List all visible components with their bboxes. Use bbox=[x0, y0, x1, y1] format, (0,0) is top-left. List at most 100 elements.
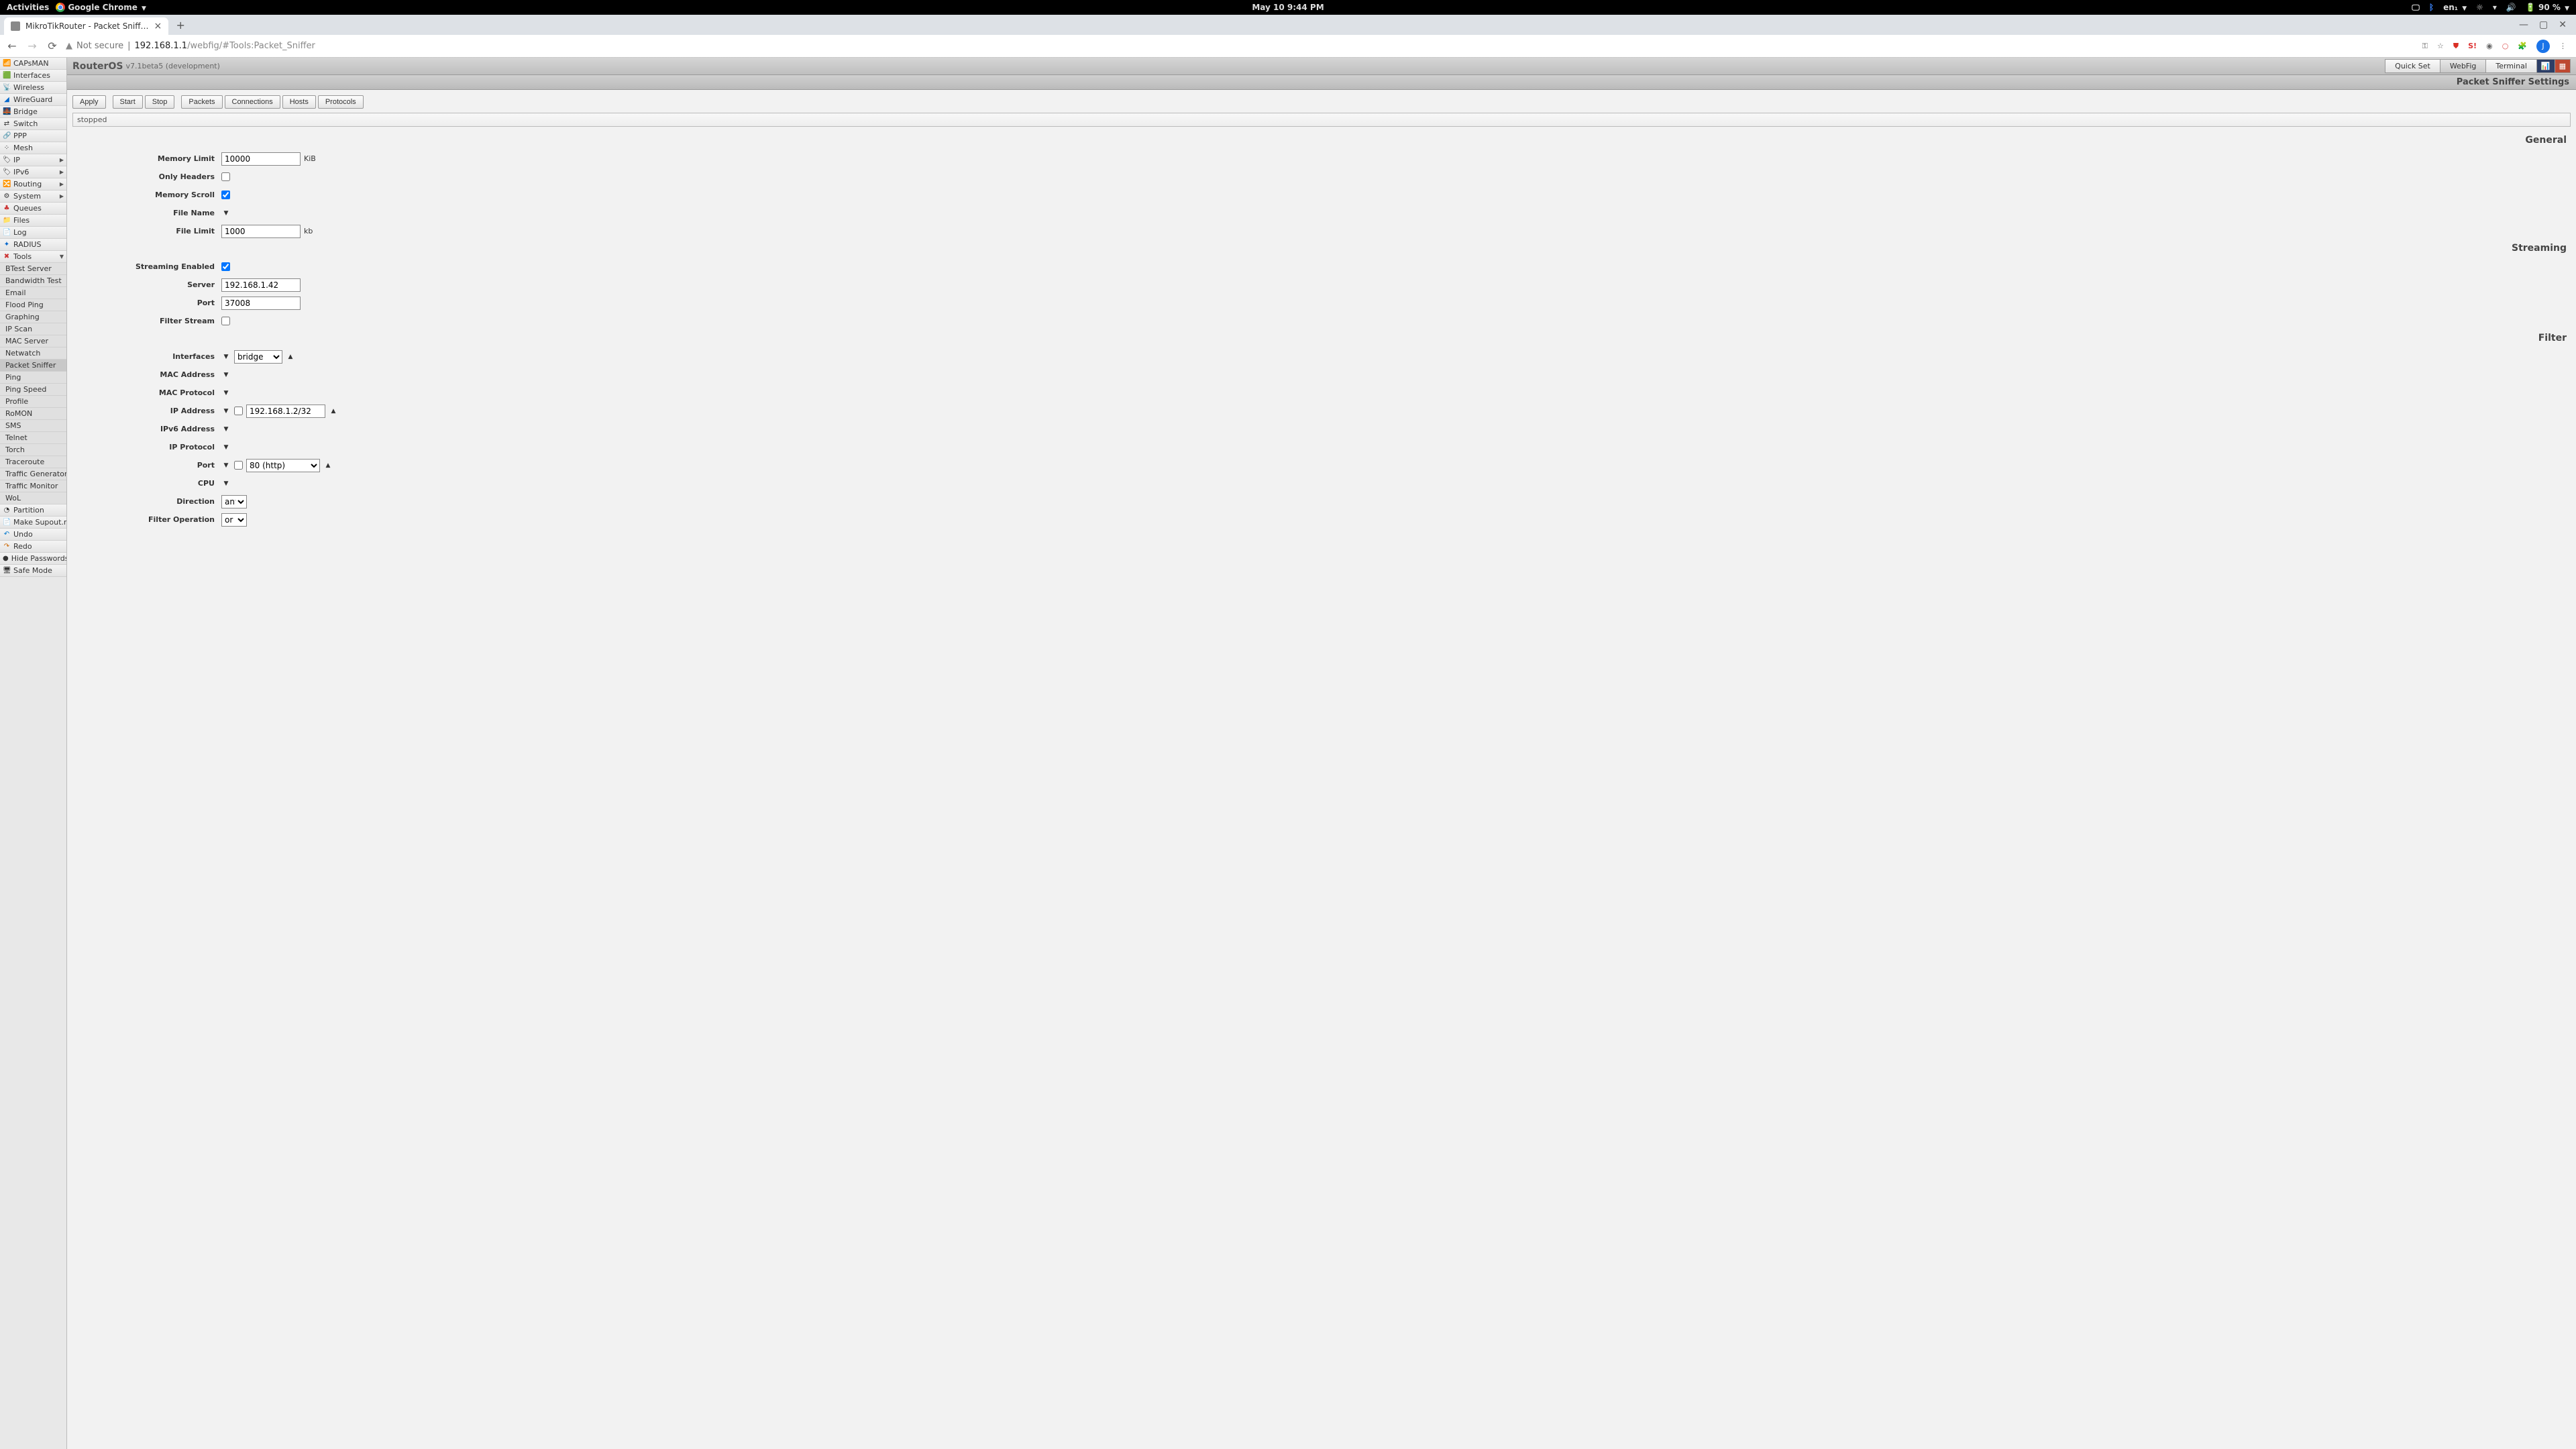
sidebar-item-system[interactable]: ⚙System▶ bbox=[0, 191, 66, 203]
tab-webfig[interactable]: WebFig bbox=[2440, 59, 2487, 73]
volume-icon[interactable]: 🔊 bbox=[2506, 3, 2516, 12]
app-menu[interactable]: Google Chrome ▼ bbox=[56, 3, 146, 13]
browser-tab[interactable]: MikroTikRouter - Packet Sniff… × bbox=[4, 17, 168, 35]
sidebar-item-routing[interactable]: 🔀Routing▶ bbox=[0, 178, 66, 191]
sidebar-item-ping[interactable]: Ping bbox=[0, 372, 66, 384]
sidebar-item-graphing[interactable]: Graphing bbox=[0, 311, 66, 323]
only-headers-checkbox[interactable] bbox=[221, 172, 230, 181]
apply-button[interactable]: Apply bbox=[72, 95, 106, 109]
sidebar-item-traceroute[interactable]: Traceroute bbox=[0, 456, 66, 468]
new-tab-button[interactable]: + bbox=[172, 17, 189, 33]
sidebar-item-mac-server[interactable]: MAC Server bbox=[0, 335, 66, 347]
wifi-icon[interactable]: ▾ bbox=[2493, 3, 2497, 12]
filter-port-select[interactable]: 80 (http) bbox=[246, 459, 320, 472]
connections-button[interactable]: Connections bbox=[225, 95, 280, 109]
sidebar-item-wireless[interactable]: 📡Wireless bbox=[0, 82, 66, 94]
battery-indicator[interactable]: 🔋 90 % ▼ bbox=[2526, 3, 2569, 12]
sidebar-item-ipv6[interactable]: 🏷IPv6▶ bbox=[0, 166, 66, 178]
tab-close-icon[interactable]: × bbox=[154, 21, 162, 32]
activities-button[interactable]: Activities bbox=[7, 3, 49, 12]
start-button[interactable]: Start bbox=[113, 95, 143, 109]
sidebar-item-ping-speed[interactable]: Ping Speed bbox=[0, 384, 66, 396]
sidebar-item-files[interactable]: 📁Files bbox=[0, 215, 66, 227]
hosts-button[interactable]: Hosts bbox=[282, 95, 316, 109]
profile-avatar[interactable]: J bbox=[2536, 40, 2550, 53]
interfaces-select[interactable]: bridge bbox=[234, 350, 282, 364]
lang-indicator[interactable]: en₁ ▼ bbox=[2443, 3, 2467, 12]
sidebar-item-ppp[interactable]: 🔗PPP bbox=[0, 130, 66, 142]
sidebar-item-traffic-monitor[interactable]: Traffic Monitor bbox=[0, 480, 66, 492]
sidebar-item-profile[interactable]: Profile bbox=[0, 396, 66, 408]
sidebar-item-packet-sniffer[interactable]: Packet Sniffer bbox=[0, 360, 66, 372]
streaming-enabled-checkbox[interactable] bbox=[221, 262, 230, 271]
window-minimize-icon[interactable]: — bbox=[2519, 19, 2528, 30]
sidebar-item-traffic-generator[interactable]: Traffic Generator bbox=[0, 468, 66, 480]
sidebar-item-btest-server[interactable]: BTest Server bbox=[0, 263, 66, 275]
key-icon[interactable]: ⚿ bbox=[2422, 42, 2428, 51]
filter-stream-checkbox[interactable] bbox=[221, 317, 230, 325]
screen-icon[interactable]: 🖵 bbox=[2412, 3, 2420, 13]
sidebar-item-mesh[interactable]: ⁘Mesh bbox=[0, 142, 66, 154]
sidebar-item-supout[interactable]: 📄Make Supout.rif bbox=[0, 517, 66, 529]
filter-port-add-icon[interactable]: ▲ bbox=[323, 462, 333, 469]
server-input[interactable] bbox=[221, 278, 301, 292]
sidebar-item-sms[interactable]: SMS bbox=[0, 420, 66, 432]
sidebar-item-hide-passwords[interactable]: ●Hide Passwords bbox=[0, 553, 66, 565]
ip-address-collapse-icon[interactable]: ▼ bbox=[221, 408, 231, 415]
sidebar-item-redo[interactable]: ↷Redo bbox=[0, 541, 66, 553]
filter-port-invert-checkbox[interactable] bbox=[234, 461, 243, 470]
sidebar-item-ip[interactable]: 🏷IP▶ bbox=[0, 154, 66, 166]
sidebar-item-partition[interactable]: ◔Partition bbox=[0, 504, 66, 517]
direction-select[interactable]: any bbox=[221, 495, 247, 508]
operation-select[interactable]: or bbox=[221, 513, 247, 527]
bluetooth-icon[interactable]: ᛒ bbox=[2429, 3, 2434, 12]
cpu-expand-icon[interactable]: ▼ bbox=[221, 480, 231, 487]
sidebar-item-wol[interactable]: WoL bbox=[0, 492, 66, 504]
chrome-menu-icon[interactable]: ⋮ bbox=[2559, 42, 2567, 50]
ext-s-icon[interactable]: S! bbox=[2468, 42, 2477, 50]
back-button[interactable]: ← bbox=[5, 40, 19, 52]
file-limit-input[interactable] bbox=[221, 225, 301, 238]
sidebar-item-safe-mode[interactable]: 🖥Safe Mode bbox=[0, 565, 66, 577]
forward-button[interactable]: → bbox=[25, 40, 39, 52]
stream-port-input[interactable] bbox=[221, 297, 301, 310]
tab-dashboard-icon[interactable]: ▦ bbox=[2555, 59, 2571, 73]
star-icon[interactable]: ☆ bbox=[2437, 42, 2444, 50]
ip-address-input[interactable] bbox=[246, 405, 325, 418]
tab-terminal[interactable]: Terminal bbox=[2486, 59, 2537, 73]
ublock-icon[interactable]: ⛊ bbox=[2453, 42, 2459, 51]
ip-protocol-expand-icon[interactable]: ▼ bbox=[221, 444, 231, 451]
sidebar-item-romon[interactable]: RoMON bbox=[0, 408, 66, 420]
tab-quickset[interactable]: Quick Set bbox=[2385, 59, 2440, 73]
sidebar-item-interfaces[interactable]: 🟩Interfaces bbox=[0, 70, 66, 82]
sidebar-item-queues[interactable]: ♣Queues bbox=[0, 203, 66, 215]
extensions-icon[interactable]: 🧩 bbox=[2518, 42, 2527, 50]
sidebar-item-bridge[interactable]: 🌉Bridge bbox=[0, 106, 66, 118]
protocols-button[interactable]: Protocols bbox=[318, 95, 364, 109]
interfaces-collapse-icon[interactable]: ▼ bbox=[221, 354, 231, 360]
memory-scroll-checkbox[interactable] bbox=[221, 191, 230, 199]
sidebar-item-email[interactable]: Email bbox=[0, 287, 66, 299]
reload-button[interactable]: ⟳ bbox=[46, 40, 59, 52]
sidebar-item-undo[interactable]: ↶Undo bbox=[0, 529, 66, 541]
ext-circle-icon[interactable]: ○ bbox=[2502, 42, 2509, 50]
sidebar-item-torch[interactable]: Torch bbox=[0, 444, 66, 456]
sidebar-item-tools[interactable]: ✖Tools▼ bbox=[0, 251, 66, 263]
mac-address-expand-icon[interactable]: ▼ bbox=[221, 372, 231, 378]
memory-limit-input[interactable] bbox=[221, 152, 301, 166]
clock[interactable]: May 10 9:44 PM bbox=[1252, 3, 1324, 12]
sidebar-item-netwatch[interactable]: Netwatch bbox=[0, 347, 66, 360]
sidebar-item-bandwidth-test[interactable]: Bandwidth Test bbox=[0, 275, 66, 287]
ip-address-invert-checkbox[interactable] bbox=[234, 407, 243, 415]
sidebar-item-wireguard[interactable]: ◢WireGuard bbox=[0, 94, 66, 106]
ext-refresh-icon[interactable]: ◉ bbox=[2486, 42, 2493, 50]
sidebar-item-telnet[interactable]: Telnet bbox=[0, 432, 66, 444]
url-field[interactable]: ▲ Not secure | 192.168.1.1/webfig/#Tools… bbox=[66, 41, 2416, 51]
tab-graph-icon[interactable]: 📊 bbox=[2537, 59, 2555, 73]
mac-protocol-expand-icon[interactable]: ▼ bbox=[221, 390, 231, 396]
sidebar-item-flood-ping[interactable]: Flood Ping bbox=[0, 299, 66, 311]
window-maximize-icon[interactable]: ▢ bbox=[2539, 19, 2548, 30]
sidebar-item-radius[interactable]: ✦RADIUS bbox=[0, 239, 66, 251]
sidebar-item-ip-scan[interactable]: IP Scan bbox=[0, 323, 66, 335]
ipv6-address-expand-icon[interactable]: ▼ bbox=[221, 426, 231, 433]
